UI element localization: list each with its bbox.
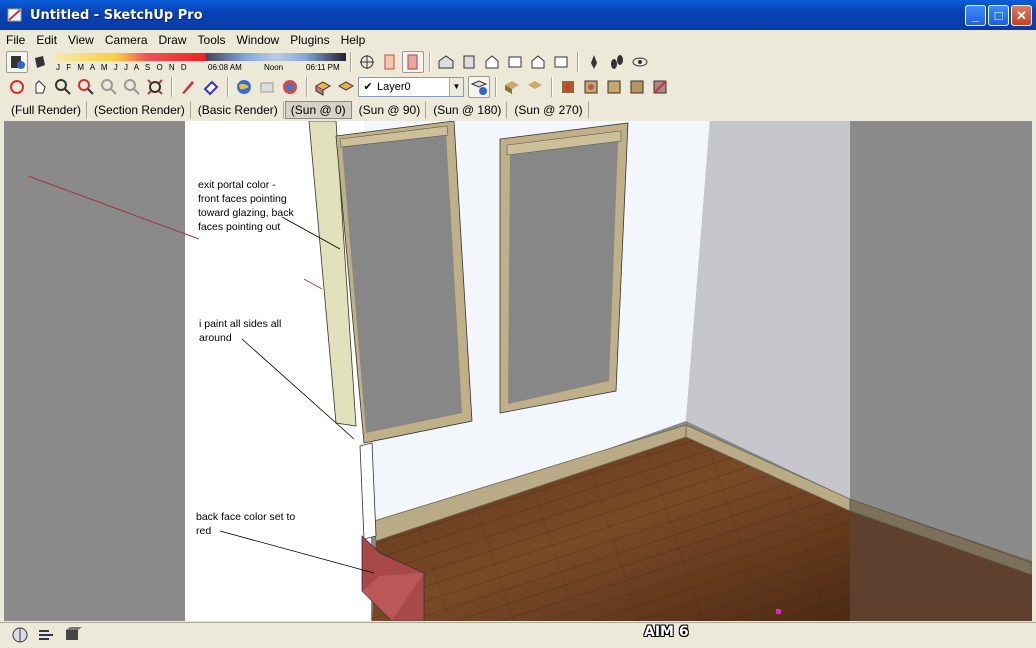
shadow-settings-icon[interactable] [6, 50, 28, 73]
menu-file[interactable]: File [6, 33, 25, 47]
zoom-extents-icon[interactable] [144, 76, 166, 98]
position-camera-icon[interactable] [583, 51, 605, 73]
component-icon[interactable] [312, 76, 334, 98]
display-shadows-icon[interactable] [29, 51, 51, 73]
tab-sun-90[interactable]: (Sun @ 90) [353, 100, 427, 119]
layer-manager-icon[interactable] [468, 75, 490, 98]
current-layer: Layer0 [377, 80, 411, 93]
tab-full-render[interactable]: (Full Render) [5, 100, 88, 119]
export-icon[interactable] [649, 76, 671, 98]
google-earth-icon[interactable] [233, 76, 255, 98]
close-button[interactable]: ✕ [1011, 5, 1032, 26]
tab-sun-270[interactable]: (Sun @ 270) [508, 100, 589, 119]
left-background [4, 121, 185, 621]
shadow-time-slider[interactable]: J F M A M J J A S O N D 06:08 AM Noon 06… [56, 51, 346, 73]
iso-view-icon[interactable] [435, 51, 457, 73]
back-view-icon[interactable] [527, 51, 549, 73]
time-slider-bar[interactable] [206, 52, 346, 61]
instructor-icon[interactable] [62, 626, 82, 644]
section-plane-icon[interactable] [379, 51, 401, 73]
toolbar-row-1: J F M A M J J A S O N D 06:08 AM Noon 06… [0, 49, 652, 74]
scene-tabs: (Full Render) (Section Render) (Basic Re… [0, 99, 590, 120]
time-noon-label: Noon [264, 62, 284, 72]
menu-view[interactable]: View [68, 33, 94, 47]
toggle-terrain-icon[interactable] [279, 76, 301, 98]
section-display-icon[interactable] [402, 50, 424, 73]
tab-sun-0[interactable]: (Sun @ 0) [284, 100, 352, 119]
menu-help[interactable]: Help [341, 33, 366, 47]
time-end-label: 06:11 PM [306, 62, 340, 72]
month-labels: J F M A M J J A S O N D [56, 62, 189, 72]
layer-dropdown[interactable]: ✔ Layer0 ▼ [358, 76, 464, 97]
menu-window[interactable]: Window [237, 33, 280, 47]
time-start-label: 06:08 AM [208, 62, 242, 72]
walk-icon[interactable] [606, 51, 628, 73]
watermark-label: AIM 6 [644, 624, 689, 640]
window-glass-right [508, 141, 618, 404]
model-viewport[interactable]: exit portal color - front faces pointing… [4, 121, 1032, 621]
next-view-icon[interactable] [121, 76, 143, 98]
title-bar: Untitled - SketchUp Pro _ □ ✕ [0, 0, 1036, 30]
orbit-icon[interactable] [356, 51, 378, 73]
tab-section-render[interactable]: (Section Render) [88, 100, 191, 119]
rotate-icon[interactable] [6, 76, 28, 98]
model-scene: exit portal color - front faces pointing… [4, 121, 1032, 621]
menu-bar: File Edit View Camera Draw Tools Window … [0, 30, 1036, 49]
menu-plugins[interactable]: Plugins [290, 33, 329, 47]
texture-icon[interactable] [626, 76, 648, 98]
menu-edit[interactable]: Edit [36, 33, 57, 47]
material-editor-icon[interactable] [580, 76, 602, 98]
top-view-icon[interactable] [458, 51, 480, 73]
window-title: Untitled - SketchUp Pro [30, 7, 203, 23]
get-models-icon[interactable] [256, 76, 278, 98]
minimize-button[interactable]: _ [965, 5, 986, 26]
previous-view-icon[interactable] [98, 76, 120, 98]
geo-location-icon[interactable] [10, 626, 30, 644]
menu-draw[interactable]: Draw [159, 33, 187, 47]
pencil-icon[interactable] [177, 76, 199, 98]
status-bar: AIM 6 [0, 622, 1036, 648]
sketchup-logo-icon [7, 8, 22, 22]
credits-icon[interactable] [36, 626, 56, 644]
month-slider-bar[interactable] [56, 52, 206, 61]
cursor-marker [776, 609, 781, 614]
right-view-icon[interactable] [504, 51, 526, 73]
eraser-icon[interactable] [200, 76, 222, 98]
light-icon[interactable] [603, 76, 625, 98]
tab-basic-render[interactable]: (Basic Render) [192, 100, 284, 119]
render-icon[interactable] [557, 76, 579, 98]
style-xray-icon[interactable] [501, 76, 523, 98]
checkmark-icon: ✔ [363, 81, 373, 93]
front-view-icon[interactable] [481, 51, 503, 73]
menu-camera[interactable]: Camera [105, 33, 148, 47]
zoom-window-icon[interactable] [75, 76, 97, 98]
look-around-icon[interactable] [629, 51, 651, 73]
make-group-icon[interactable] [335, 76, 357, 98]
style-wireframe-icon[interactable] [524, 76, 546, 98]
tab-sun-180[interactable]: (Sun @ 180) [427, 100, 508, 119]
zoom-icon[interactable] [52, 76, 74, 98]
left-view-icon[interactable] [550, 51, 572, 73]
menu-tools[interactable]: Tools [198, 33, 226, 47]
toolbar-row-2: ✔ Layer0 ▼ [0, 74, 672, 99]
pan-icon[interactable] [29, 76, 51, 98]
chevron-down-icon[interactable]: ▼ [449, 77, 463, 96]
maximize-button[interactable]: □ [988, 5, 1009, 26]
